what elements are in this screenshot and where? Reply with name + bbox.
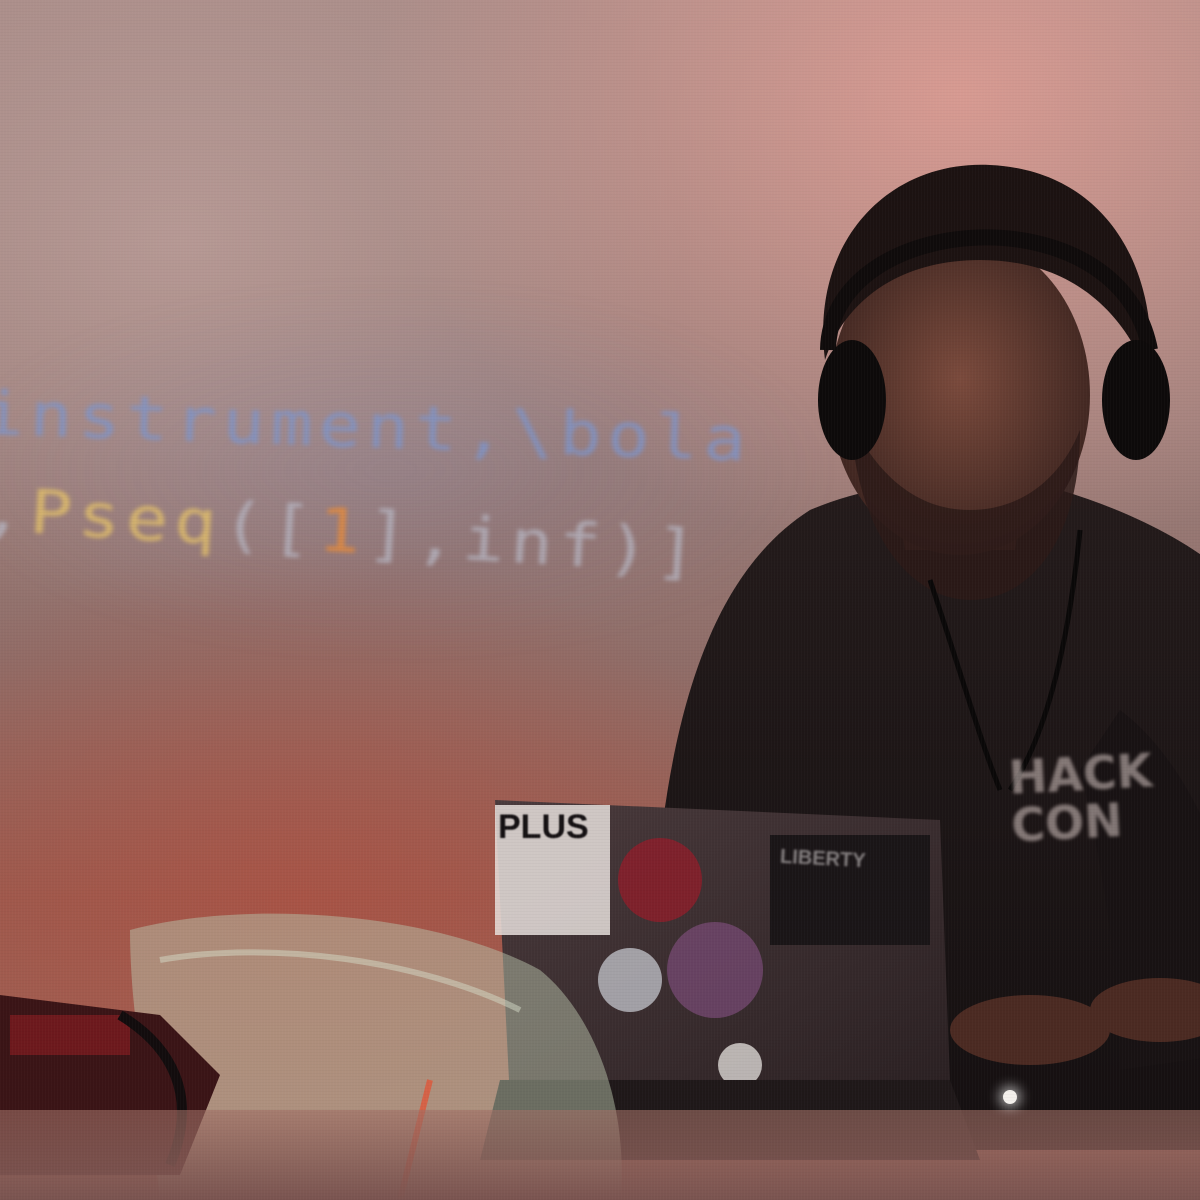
code-open: ([ xyxy=(220,488,321,565)
shirt-text-line-1: HACK xyxy=(1007,743,1154,805)
sticker-dark-text: LIBERTY xyxy=(779,845,867,873)
table-surface xyxy=(0,1110,1200,1200)
shirt-text-line-2: CON xyxy=(1009,792,1124,853)
code-number: 1 xyxy=(316,494,369,568)
sticker-plus-text: PLUS xyxy=(498,808,589,846)
code-function: Pseq xyxy=(27,476,225,559)
shirt-text: HACK CON xyxy=(1007,743,1156,853)
photo-scene: instrument,\bola ,Pseq([1],inf)] HACK CO… xyxy=(0,0,1200,1200)
sticker-round xyxy=(667,922,763,1018)
led-light xyxy=(1003,1090,1017,1104)
